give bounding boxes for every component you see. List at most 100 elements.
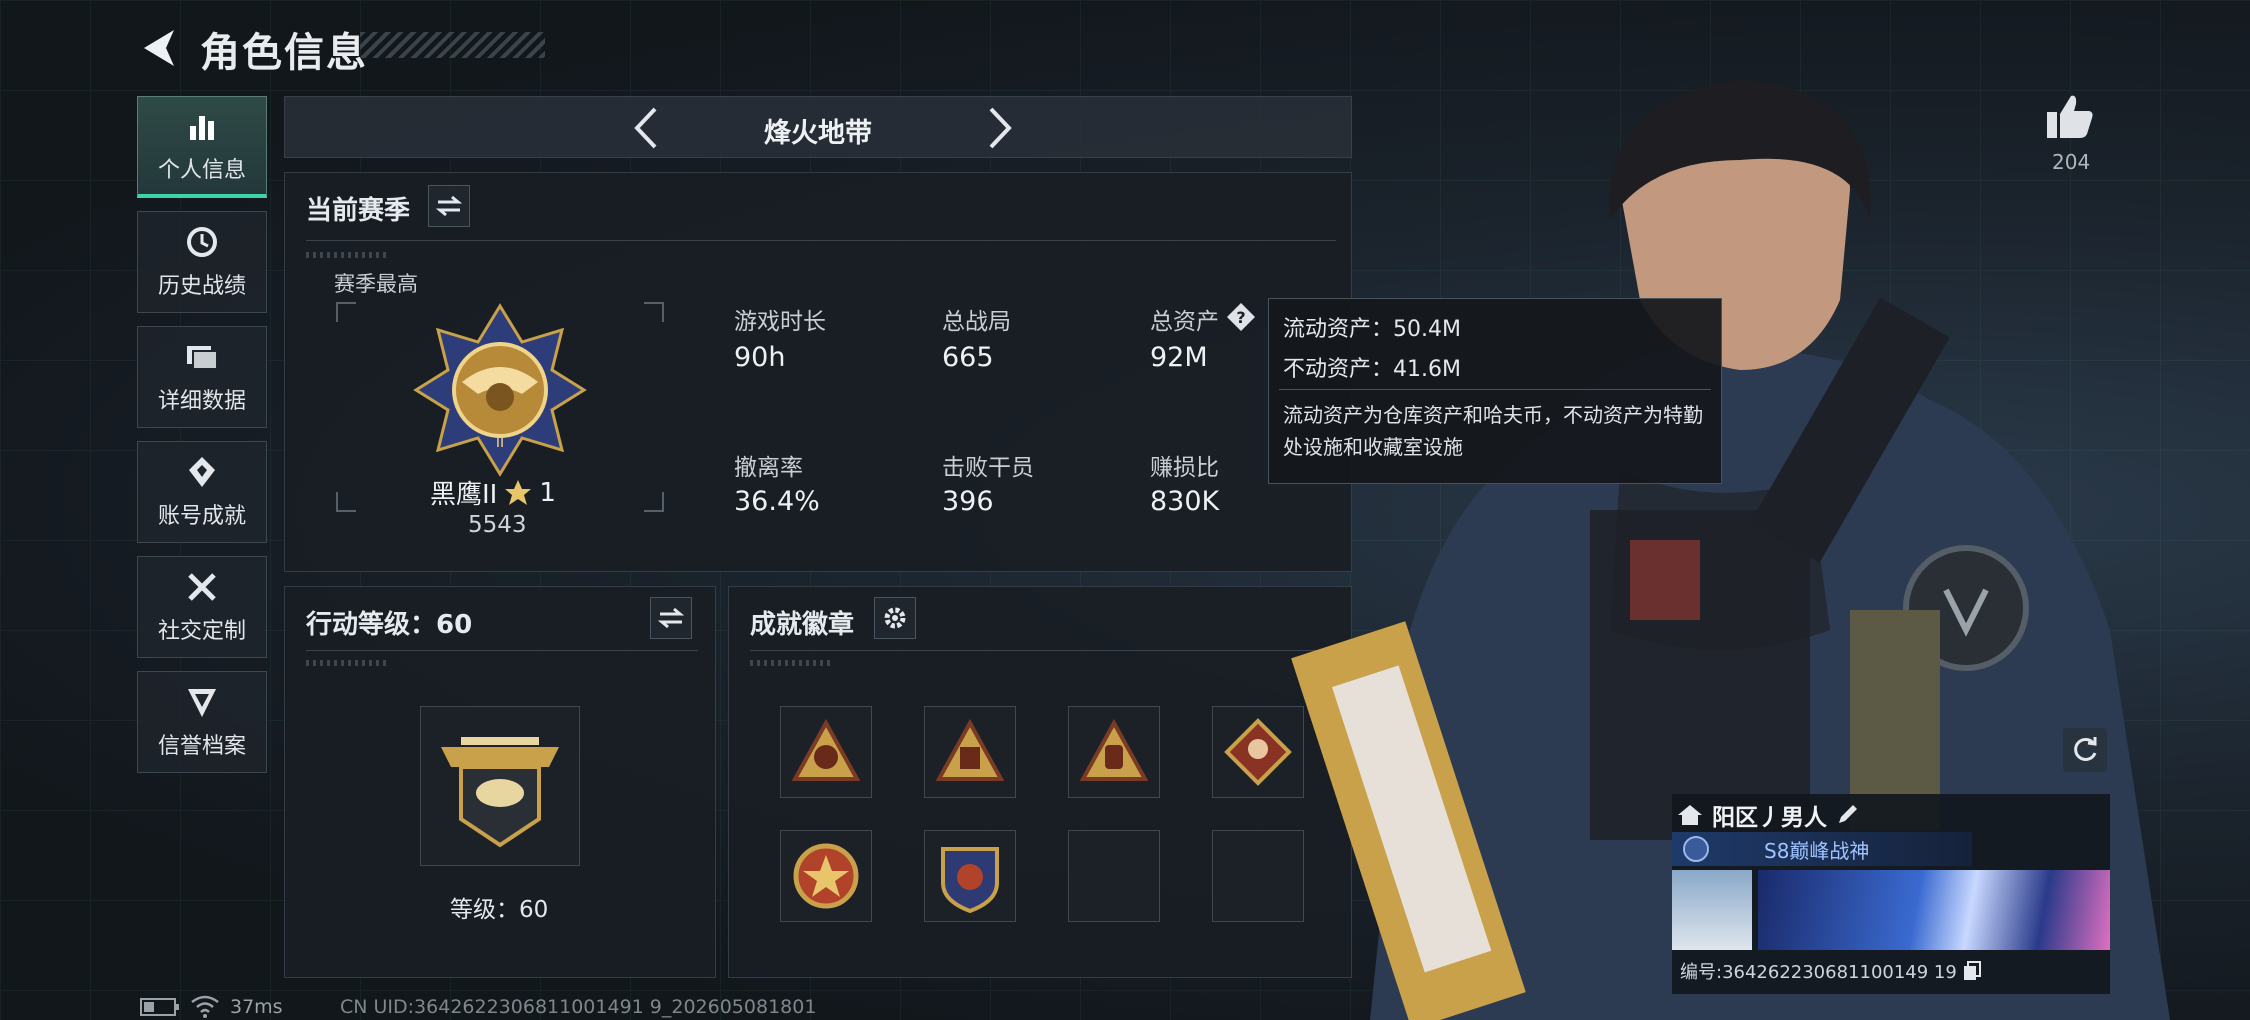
divider [750,650,1336,651]
badge-slot[interactable] [924,830,1016,922]
season-swap-button[interactable] [428,185,470,227]
sidebar-item-history[interactable]: 历史战绩 [137,211,267,313]
sidebar-item-label: 信誉档案 [157,734,246,759]
title-tag: S8巅峰战神 [1672,832,1972,866]
stat-value: 92M [1150,342,1208,373]
badge-icon [793,843,859,909]
stat-label: 总资产 [1150,309,1219,335]
sidebar-item-social[interactable]: 社交定制 [137,556,267,658]
season-best-label: 赛季最高 [334,272,418,296]
tools-icon [184,569,220,605]
reputation-icon [184,684,220,720]
decoration-dots [306,252,386,258]
back-arrow-icon[interactable] [138,26,182,70]
badge-slot[interactable] [924,706,1016,798]
stat-label: 赚损比 [1150,455,1219,481]
level-emblem-frame [420,706,580,866]
stat-label: 撤离率 [734,455,803,481]
divider [1279,389,1711,390]
stat-label: 击败干员 [942,455,1034,481]
frame-corner [644,492,664,512]
sidebar-item-personal-info[interactable]: 个人信息 [137,96,267,198]
tooltip-liquid: 流动资产：50.4M [1283,317,1461,342]
divider [306,650,698,651]
like-count: 204 [2052,150,2091,174]
svg-text:?: ? [1236,308,1245,327]
level-swap-button[interactable] [650,597,692,639]
sidebar: 个人信息 历史战绩 详细数据 账号成就 社交定制 信誉档案 [137,96,267,786]
svg-text:II: II [496,435,504,451]
stat-label: 总战局 [942,309,1011,335]
folder-icon [184,339,220,375]
history-icon [184,224,220,260]
frame-corner [336,302,356,322]
frame-corner [336,492,356,512]
frame-corner [644,302,664,322]
divider [306,240,1336,241]
level-emblem-icon [441,737,559,848]
avatar[interactable] [1672,870,1752,950]
level-title: 行动等级：60 [306,610,473,640]
season-title: 当前赛季 [306,196,411,226]
status-bar: 37ms CN UID:3642622306811001491 9_202605… [0,994,2250,1020]
uid-text: CN UID:3642622306811001491 9_20260508180… [340,996,817,1018]
badge-icon [791,719,861,781]
player-id-row: 编号:364262230681100149 19 [1680,958,1981,984]
stat-label: 游戏时长 [734,309,826,335]
sidebar-item-reputation[interactable]: 信誉档案 [137,671,267,773]
badges-settings-button[interactable] [874,597,916,639]
badge-slot[interactable] [780,830,872,922]
sidebar-item-label: 历史战绩 [157,274,246,299]
badge-slot[interactable] [1068,706,1160,798]
title-tag-text: S8巅峰战神 [1764,839,1870,863]
title-tag-icon [1683,836,1709,862]
stat-value: 665 [942,342,994,373]
rank-emblem-icon: II [413,303,587,477]
copy-icon[interactable] [1963,961,1981,981]
badges-title: 成就徽章 [750,610,855,640]
swap-icon [658,607,684,629]
bar-chart-icon [184,108,220,144]
gear-icon [884,607,906,629]
player-name-row: 阳区丿男人 [1676,798,1859,832]
decoration-dots [306,660,386,666]
rank-name-row: 黑鹰II 1 [430,474,556,511]
name-card-banner [1758,870,2110,950]
achievement-icon [184,454,220,490]
player-card: 阳区丿男人 S8巅峰战神 编号:364262230681100149 19 [1672,794,2110,994]
assets-tooltip: 流动资产：50.4M 不动资产：41.6M 流动资产为仓库资产和哈夫币，不动资产… [1268,298,1722,484]
sidebar-item-detail-data[interactable]: 详细数据 [137,326,267,428]
house-icon [1678,805,1702,825]
refresh-button[interactable] [2063,728,2107,772]
thumbs-up-icon[interactable] [2045,92,2095,140]
help-icon[interactable]: ? [1226,302,1256,332]
mode-selector: 烽火地带 [284,96,1352,158]
player-id: 编号:364262230681100149 19 [1680,962,1957,983]
page-title: 角色信息 [200,30,368,76]
wifi-icon [191,995,219,1018]
stat-value: 90h [734,342,786,373]
badge-icon [941,847,999,913]
battery-icon [140,998,179,1016]
level-text: 等级：60 [450,897,549,923]
badge-icon [935,719,1005,781]
next-mode-icon[interactable] [975,105,1021,151]
player-name: 阳区丿男人 [1712,805,1827,831]
title-decoration [360,32,545,58]
tooltip-note: 流动资产为仓库资产和哈夫币，不动资产为特勤处设施和收藏室设施 [1283,403,1703,459]
edit-icon[interactable] [1835,803,1859,827]
sidebar-item-label: 详细数据 [157,389,246,414]
rank-stars: 1 [539,477,556,508]
sidebar-item-label: 社交定制 [157,619,246,644]
stat-value: 36.4% [734,486,820,517]
refresh-icon [2074,737,2097,761]
sidebar-item-label: 账号成就 [157,504,246,529]
badge-slot-empty[interactable] [1068,830,1160,922]
badge-icon [1224,718,1292,786]
rank-points: 5543 [468,512,527,538]
swap-icon [436,195,462,217]
sidebar-item-achievements[interactable]: 账号成就 [137,441,267,543]
badge-slot[interactable] [780,706,872,798]
sidebar-item-label: 个人信息 [157,157,246,183]
star-icon [505,479,532,505]
